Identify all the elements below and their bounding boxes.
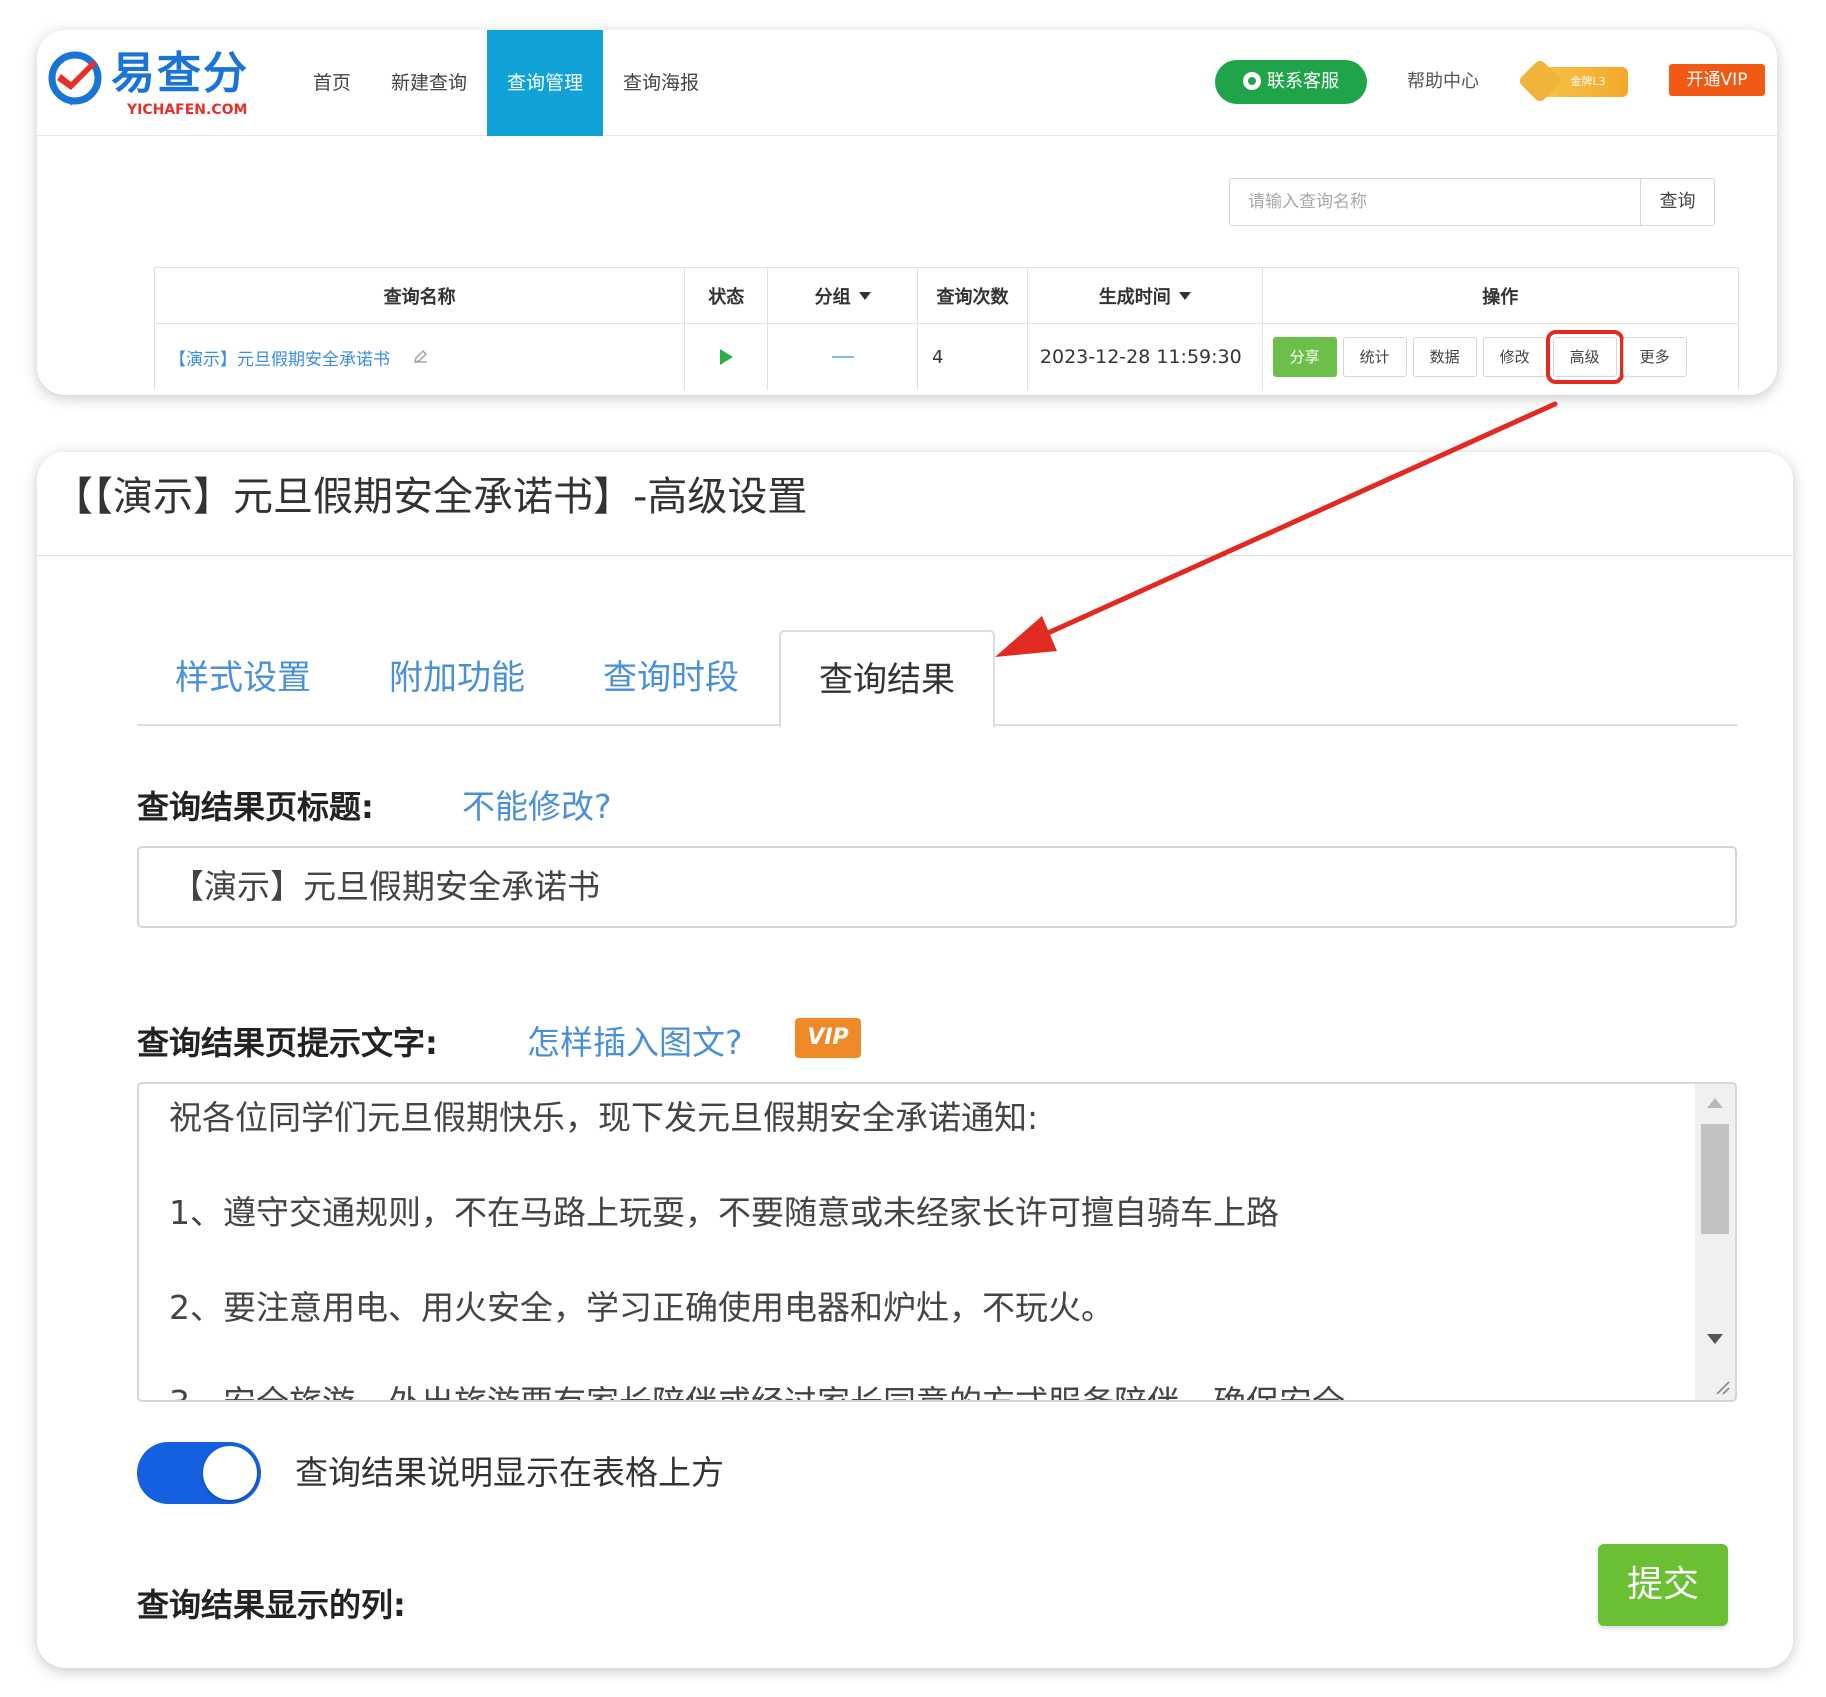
show-above-table-toggle[interactable] [137, 1442, 261, 1504]
logo-subtitle: YICHAFEN.COM [127, 102, 248, 118]
scroll-down-icon[interactable] [1707, 1334, 1723, 1344]
toggle-knob [203, 1446, 257, 1500]
col-status-header: 状态 [685, 268, 769, 323]
scroll-thumb[interactable] [1701, 1124, 1729, 1234]
stats-button[interactable]: 统计 [1342, 337, 1407, 377]
query-management-panel: 易查分 YICHAFEN.COM 首页 新建查询 查询管理 查询海报 联系客服 … [37, 30, 1777, 395]
help-center-link[interactable]: 帮助中心 [1407, 60, 1479, 104]
nav-query-management[interactable]: 查询管理 [487, 30, 604, 136]
tab-extra-features[interactable]: 附加功能 [351, 630, 563, 726]
hint-line: 2、要注意用电、用火安全，学习正确使用电器和炉灶，不玩火。 [169, 1288, 1114, 1327]
contact-service-button[interactable]: 联系客服 [1215, 60, 1367, 104]
row-query-name[interactable]: 【演示】元旦假期安全承诺书 [169, 345, 390, 370]
site-logo[interactable]: 易查分 YICHAFEN.COM [47, 46, 267, 126]
empty-group-dash [831, 356, 854, 358]
tab-query-result[interactable]: 查询结果 [779, 630, 995, 728]
settings-tabs: 样式设置 附加功能 查询时段 查询结果 [137, 630, 1737, 728]
search-button[interactable]: 查询 [1640, 179, 1714, 225]
col-group-label: 分组 [814, 286, 851, 308]
scroll-up-icon[interactable] [1707, 1098, 1723, 1108]
row-time-cell: 2023-12-28 11:59:30 [1028, 324, 1263, 390]
open-vip-button[interactable]: 开通VIP [1669, 64, 1765, 96]
hint-line: 3、安全旅游，外出旅游要有家长陪伴或经过家长同意的方式服务陪伴，确保安全。 [169, 1379, 1691, 1400]
top-navbar: 易查分 YICHAFEN.COM 首页 新建查询 查询管理 查询海报 联系客服 … [37, 30, 1777, 136]
table-header: 查询名称 状态 分组 查询次数 生成时间 操作 [155, 268, 1738, 324]
resize-handle-icon[interactable] [1713, 1378, 1731, 1396]
toggle-label: 查询结果说明显示在表格上方 [295, 1453, 724, 1492]
search-input[interactable] [1230, 179, 1640, 225]
result-title-label: 查询结果页标题: [137, 788, 374, 826]
query-table: 查询名称 状态 分组 查询次数 生成时间 操作 【演示】元旦假期安全承诺书 4 … [154, 267, 1739, 390]
col-group-header[interactable]: 分组 [768, 268, 919, 323]
insert-media-help-link[interactable]: 怎样插入图文? [527, 1016, 743, 1064]
hint-line: 1、遵守交通规则，不在马路上玩耍，不要随意或未经家长许可擅自骑车上路 [169, 1193, 1279, 1232]
tab-style-settings[interactable]: 样式设置 [137, 630, 349, 726]
logo-wordmark: 易查分 [111, 48, 249, 99]
nav-new-query[interactable]: 新建查询 [371, 30, 487, 136]
share-button[interactable]: 分享 [1272, 337, 1337, 377]
nav-home[interactable]: 首页 [293, 30, 371, 136]
col-time-header[interactable]: 生成时间 [1028, 268, 1263, 323]
gold-badge-label: 金牌L3 [1570, 75, 1606, 88]
caret-down-icon [1178, 291, 1191, 300]
edit-pencil-icon[interactable] [412, 349, 428, 365]
hint-line: 祝各位同学们元旦假期快乐，现下发元旦假期安全承诺通知: [169, 1098, 1039, 1137]
cannot-modify-link[interactable]: 不能修改? [462, 780, 612, 828]
row-status-cell[interactable] [685, 324, 769, 390]
contact-service-label: 联系客服 [1267, 71, 1339, 92]
col-time-label: 生成时间 [1098, 286, 1171, 308]
vip-badge: VIP [795, 1018, 861, 1058]
hint-text-content: 祝各位同学们元旦假期快乐，现下发元旦假期安全承诺通知: 1、遵守交通规则，不在马… [169, 1094, 1691, 1400]
hint-text-label: 查询结果页提示文字: [137, 1024, 438, 1062]
play-icon[interactable] [719, 349, 733, 365]
more-button[interactable]: 更多 [1622, 337, 1687, 377]
nav-query-poster[interactable]: 查询海报 [603, 30, 719, 136]
headset-icon [1243, 72, 1261, 90]
row-group-cell [768, 324, 919, 390]
advanced-settings-panel: 【【演示】元旦假期安全承诺书】-高级设置 样式设置 附加功能 查询时段 查询结果… [37, 452, 1793, 1668]
result-columns-label: 查询结果显示的列: [137, 1586, 406, 1624]
col-count-header: 查询次数 [918, 268, 1028, 323]
advanced-button[interactable]: 高级 [1545, 330, 1624, 384]
row-name-cell[interactable]: 【演示】元旦假期安全承诺书 [155, 324, 686, 390]
submit-button[interactable]: 提交 [1598, 1544, 1728, 1626]
hint-text-editor[interactable]: 祝各位同学们元旦假期快乐，现下发元旦假期安全承诺通知: 1、遵守交通规则，不在马… [137, 1082, 1737, 1402]
textarea-scrollbar[interactable] [1695, 1084, 1735, 1400]
query-search: 查询 [1229, 178, 1715, 226]
logo-icon [48, 51, 102, 106]
result-title-field[interactable]: 【演示】元旦假期安全承诺书 [137, 846, 1737, 928]
tab-query-period[interactable]: 查询时段 [565, 630, 777, 726]
gold-hexagon-icon [1517, 58, 1563, 104]
col-ops-header: 操作 [1482, 286, 1519, 308]
main-nav: 首页 新建查询 查询管理 查询海报 [293, 30, 719, 136]
page-title: 【【演示】元旦假期安全承诺书】-高级设置 [53, 474, 808, 520]
row-count-cell: 4 [918, 324, 1028, 390]
title-divider [37, 555, 1793, 556]
edit-button[interactable]: 修改 [1482, 337, 1547, 377]
col-name-header: 查询名称 [155, 268, 686, 323]
caret-down-icon [858, 291, 871, 300]
table-row: 【演示】元旦假期安全承诺书 4 2023-12-28 11:59:30 分享 统… [155, 324, 1738, 390]
row-ops-cell: 分享 统计 数据 修改 高级 更多 [1263, 324, 1738, 390]
gold-member-badge[interactable]: 金牌L3 [1517, 58, 1628, 104]
data-button[interactable]: 数据 [1412, 337, 1477, 377]
